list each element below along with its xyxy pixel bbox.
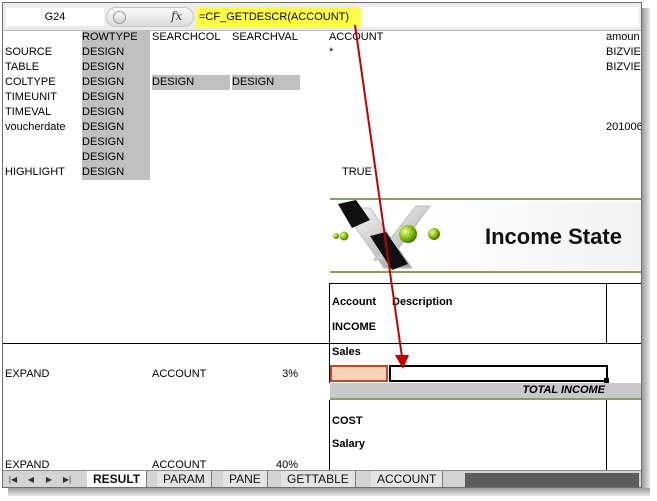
horizontal-scrollbar[interactable] [465, 473, 639, 487]
window-shadow [642, 8, 650, 492]
tab-pane[interactable]: PANE [223, 471, 268, 487]
tab-result[interactable]: RESULT [87, 471, 148, 487]
next-sheet-icon[interactable]: ▶ [43, 474, 55, 486]
spreadsheet-window: G24 fx =CF_GETDESCR(ACCOUNT) ROWTYPE SEA… [2, 2, 642, 488]
first-sheet-icon[interactable]: |◀ [7, 474, 19, 486]
last-sheet-icon[interactable]: ▶| [61, 474, 73, 486]
window-shadow [8, 488, 650, 496]
tab-param[interactable]: PARAM [157, 471, 212, 487]
tab-gettable[interactable]: GETTABLE [281, 471, 356, 487]
tab-account[interactable]: ACCOUNT [371, 471, 444, 487]
sheet-tab-bar: |◀ ◀ ▶ ▶| RESULT PARAM PANE GETTABLE ACC… [3, 470, 641, 487]
annotation-arrow [354, 24, 409, 369]
prev-sheet-icon[interactable]: ◀ [25, 474, 37, 486]
